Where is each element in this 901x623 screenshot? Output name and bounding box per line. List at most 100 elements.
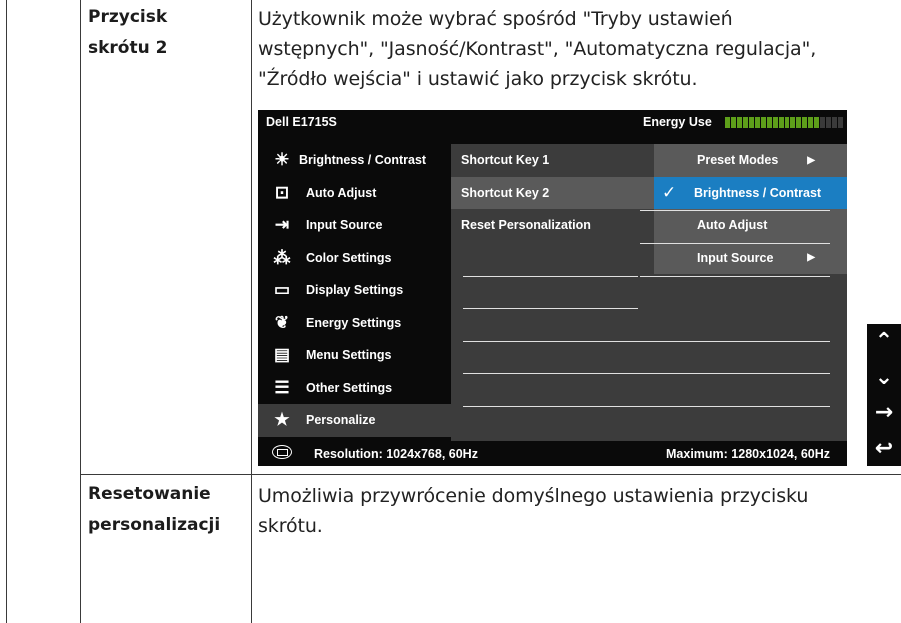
osd-divider — [463, 373, 830, 374]
term-line: skrótu 2 — [88, 38, 168, 58]
term-line: Przycisk — [88, 7, 168, 27]
menu-item[interactable]: ❦ Energy Settings — [258, 307, 451, 340]
menu-item-label: Personalize — [306, 413, 376, 428]
energy-segment — [766, 117, 772, 128]
osd-menu: Dell E1715S Energy Use ☀ Brightness / Con… — [258, 110, 847, 466]
submenu-shortcut-key-1[interactable]: Shortcut Key 1 — [451, 144, 654, 177]
other-settings-icon: ☰ — [274, 377, 290, 397]
right-arrow-icon[interactable]: → — [867, 395, 901, 431]
energy-segment — [838, 117, 844, 128]
table-border-col1 — [80, 0, 81, 623]
menu-item[interactable]: ☰ Other Settings — [258, 372, 451, 405]
table-border-left — [6, 0, 7, 623]
option-input-source[interactable]: Input Source ▶ — [654, 241, 847, 274]
submenu-reset-personalization[interactable]: Reset Personalization — [451, 209, 654, 242]
menu-item-label: Other Settings — [306, 380, 393, 395]
osd-submenu: Shortcut Key 1 Shortcut Key 2 Reset Pers… — [451, 144, 654, 441]
option-label: Input Source — [697, 250, 774, 265]
energy-use-label: Energy Use — [643, 115, 712, 129]
submenu-arrow-icon: ▶ — [807, 154, 815, 166]
maximum-resolution-text: Maximum: 1280x1024, 60Hz — [666, 446, 830, 461]
osd-footer: Resolution: 1024x768, 60Hz Maximum: 1280… — [258, 441, 847, 466]
row-desc-shortcut-key-2: Użytkownik może wybrać spośród "Tryby us… — [258, 4, 898, 94]
desc-line: Umożliwia przywrócenie domyślnego ustawi… — [258, 485, 809, 507]
energy-segment — [790, 117, 796, 128]
down-icon[interactable]: ⌄ — [867, 360, 901, 396]
energy-segment — [832, 117, 838, 128]
osd-divider — [640, 276, 830, 277]
osd-divider — [463, 276, 638, 277]
option-label: Brightness / Contrast — [694, 185, 822, 200]
menu-item-label: Brightness / Contrast — [299, 153, 427, 168]
menu-item[interactable]: ▤ Menu Settings — [258, 339, 451, 372]
menu-settings-icon: ▤ — [273, 345, 291, 365]
energy-segment — [814, 117, 820, 128]
submenu-shortcut-key-2[interactable]: Shortcut Key 2 — [451, 176, 654, 209]
option-label: Preset Modes — [697, 153, 779, 168]
energy-segment — [725, 117, 730, 128]
row-term-reset-personalization: Resetowanie personalizacji — [88, 479, 220, 541]
energy-segment — [778, 117, 784, 128]
osd-divider — [640, 243, 830, 244]
row-term-shortcut-key-2: Przycisk skrótu 2 — [88, 2, 167, 64]
menu-item[interactable]: ⁂ Color Settings — [258, 242, 451, 275]
desc-line: Użytkownik może wybrać spośród "Tryby us… — [258, 8, 733, 30]
energy-segment — [796, 117, 802, 128]
energy-segment — [808, 117, 814, 128]
energy-segment — [820, 117, 826, 128]
menu-item[interactable]: ★ Personalize — [258, 404, 451, 437]
energy-segment — [802, 117, 808, 128]
desc-line: skrótu. — [258, 515, 323, 537]
option-brightness-contrast[interactable]: ✓ Brightness / Contrast — [654, 176, 847, 209]
energy-segment — [742, 117, 748, 128]
energy-segment — [826, 117, 832, 128]
menu-item-label: Auto Adjust — [306, 185, 377, 200]
resolution-text: Resolution: 1024x768, 60Hz — [314, 446, 478, 461]
table-row-divider — [80, 474, 901, 475]
osd-options: Preset Modes ▶ ✓ Brightness / Contrast A… — [654, 144, 847, 441]
energy-use-meter — [725, 117, 844, 128]
color-settings-icon: ⁂ — [273, 247, 291, 267]
osd-divider — [463, 308, 638, 309]
checkmark-icon: ✓ — [662, 182, 677, 202]
desc-line: wstępnych", "Jasność/Kontrast", "Automat… — [258, 38, 817, 60]
energy-segment — [730, 117, 736, 128]
energy-settings-icon: ❦ — [274, 312, 290, 332]
term-line: personalizacji — [88, 515, 221, 535]
menu-item[interactable]: ▭ Display Settings — [258, 274, 451, 307]
auto-adjust-icon: ⊡ — [274, 182, 290, 202]
monitor-buttons: ⌃ ⌄ → ↩ — [867, 324, 901, 466]
option-preset-modes[interactable]: Preset Modes ▶ — [654, 144, 847, 177]
osd-main-menu: ☀ Brightness / Contrast ⊡ Auto Adjust ⇥ Input… — [258, 144, 451, 437]
menu-item-label: Input Source — [306, 218, 383, 233]
menu-item[interactable]: ☀ Brightness / Contrast — [258, 144, 451, 177]
menu-item[interactable]: ⇥ Input Source — [258, 209, 451, 242]
osd-title: Dell E1715S — [266, 115, 337, 129]
menu-item[interactable]: ⊡ Auto Adjust — [258, 177, 451, 210]
energy-segment — [784, 117, 790, 128]
energy-segment — [754, 117, 760, 128]
energy-segment — [772, 117, 778, 128]
submenu-arrow-icon: ▶ — [807, 252, 815, 264]
table-border-col2 — [251, 0, 252, 623]
menu-item-label: Menu Settings — [306, 348, 392, 363]
display-settings-icon: ▭ — [273, 280, 291, 300]
osd-divider — [463, 341, 830, 342]
input-source-icon: ⇥ — [274, 215, 290, 235]
energy-segment — [736, 117, 742, 128]
back-icon[interactable]: ↩ — [867, 431, 901, 467]
energy-segment — [760, 117, 766, 128]
desc-line: "Źródło wejścia" i ustawić jako przycisk… — [258, 68, 698, 90]
personalize-icon: ★ — [274, 410, 290, 430]
vga-connector-icon — [272, 445, 292, 459]
option-auto-adjust[interactable]: Auto Adjust — [654, 209, 847, 242]
menu-item-label: Energy Settings — [306, 315, 402, 330]
menu-item-label: Display Settings — [306, 283, 404, 298]
up-icon[interactable]: ⌃ — [867, 324, 901, 360]
term-line: Resetowanie — [88, 484, 211, 504]
menu-item-label: Color Settings — [306, 250, 392, 265]
row-desc-reset-personalization: Umożliwia przywrócenie domyślnego ustawi… — [258, 481, 898, 541]
option-label: Auto Adjust — [697, 218, 768, 233]
osd-divider — [463, 406, 830, 407]
energy-segment — [748, 117, 754, 128]
